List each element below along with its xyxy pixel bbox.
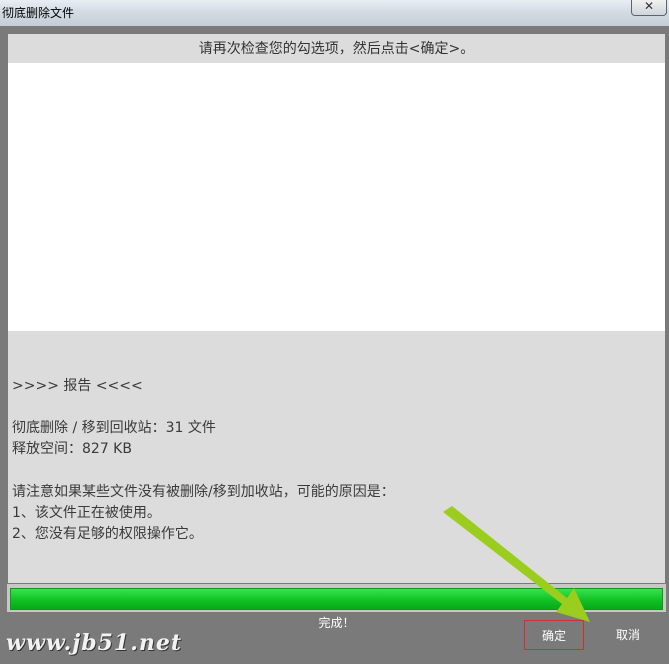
annotation-arrow-icon xyxy=(443,506,590,622)
